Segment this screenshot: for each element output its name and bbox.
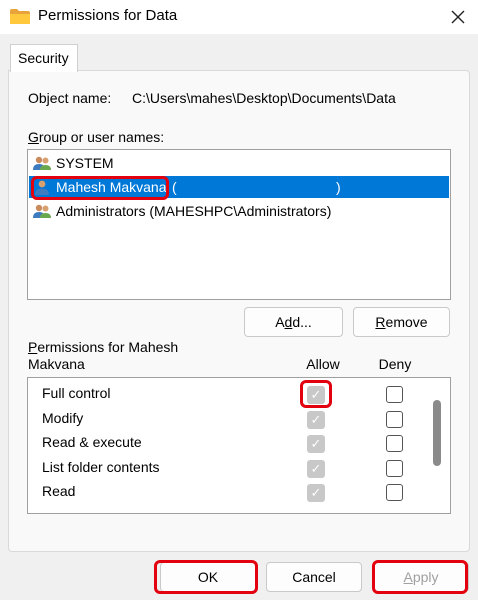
deny-checkbox[interactable] <box>386 484 403 501</box>
deny-checkbox[interactable] <box>386 460 403 477</box>
permissions-label: Permissions for Mahesh Makvana <box>28 339 179 372</box>
window-title: Permissions for Data <box>38 7 178 24</box>
permission-name: Read & execute <box>42 434 142 450</box>
group-user-names-label: Group or user names: <box>28 129 165 145</box>
object-name-value: C:\Users\mahes\Desktop\Documents\Data <box>132 90 396 106</box>
user-account-open-paren: ( <box>172 179 177 195</box>
user-account-close-paren: ) <box>336 179 341 195</box>
deny-checkbox[interactable] <box>386 435 403 452</box>
permission-name: Modify <box>42 410 84 426</box>
allow-checkbox: ✓ <box>307 484 325 502</box>
remove-button[interactable]: Remove <box>353 307 450 337</box>
user-name-administrators: Administrators (MAHESHPC\Administrators) <box>56 203 332 219</box>
add-button[interactable]: Ad d... <box>244 307 343 337</box>
tab-security-label: Security <box>18 50 69 66</box>
allow-checkbox: ✓ <box>307 411 325 429</box>
allow-column-header: Allow <box>306 356 340 372</box>
allow-checkbox: ✓ <box>307 435 325 453</box>
folder-icon <box>10 9 30 24</box>
scrollbar-thumb[interactable] <box>433 400 441 466</box>
permission-name: Full control <box>42 385 111 401</box>
object-name-label: Object name: <box>28 90 112 106</box>
highlight-selected-user <box>31 176 169 200</box>
highlight-apply-button <box>372 560 468 594</box>
highlight-ok-button <box>154 560 258 594</box>
deny-column-header: Deny <box>378 356 412 372</box>
highlight-full-control-allow <box>300 380 332 408</box>
allow-checkbox: ✓ <box>307 460 325 478</box>
deny-checkbox[interactable] <box>386 411 403 428</box>
close-icon <box>451 10 465 24</box>
permission-name: Read <box>42 483 76 499</box>
deny-checkbox[interactable] <box>386 386 403 403</box>
cancel-button[interactable]: Cancel <box>266 562 362 592</box>
group-users-icon <box>33 204 51 218</box>
permission-name: List folder contents <box>42 459 160 475</box>
close-button[interactable] <box>440 0 476 34</box>
group-users-icon <box>33 156 51 170</box>
user-name-system: SYSTEM <box>56 155 114 171</box>
